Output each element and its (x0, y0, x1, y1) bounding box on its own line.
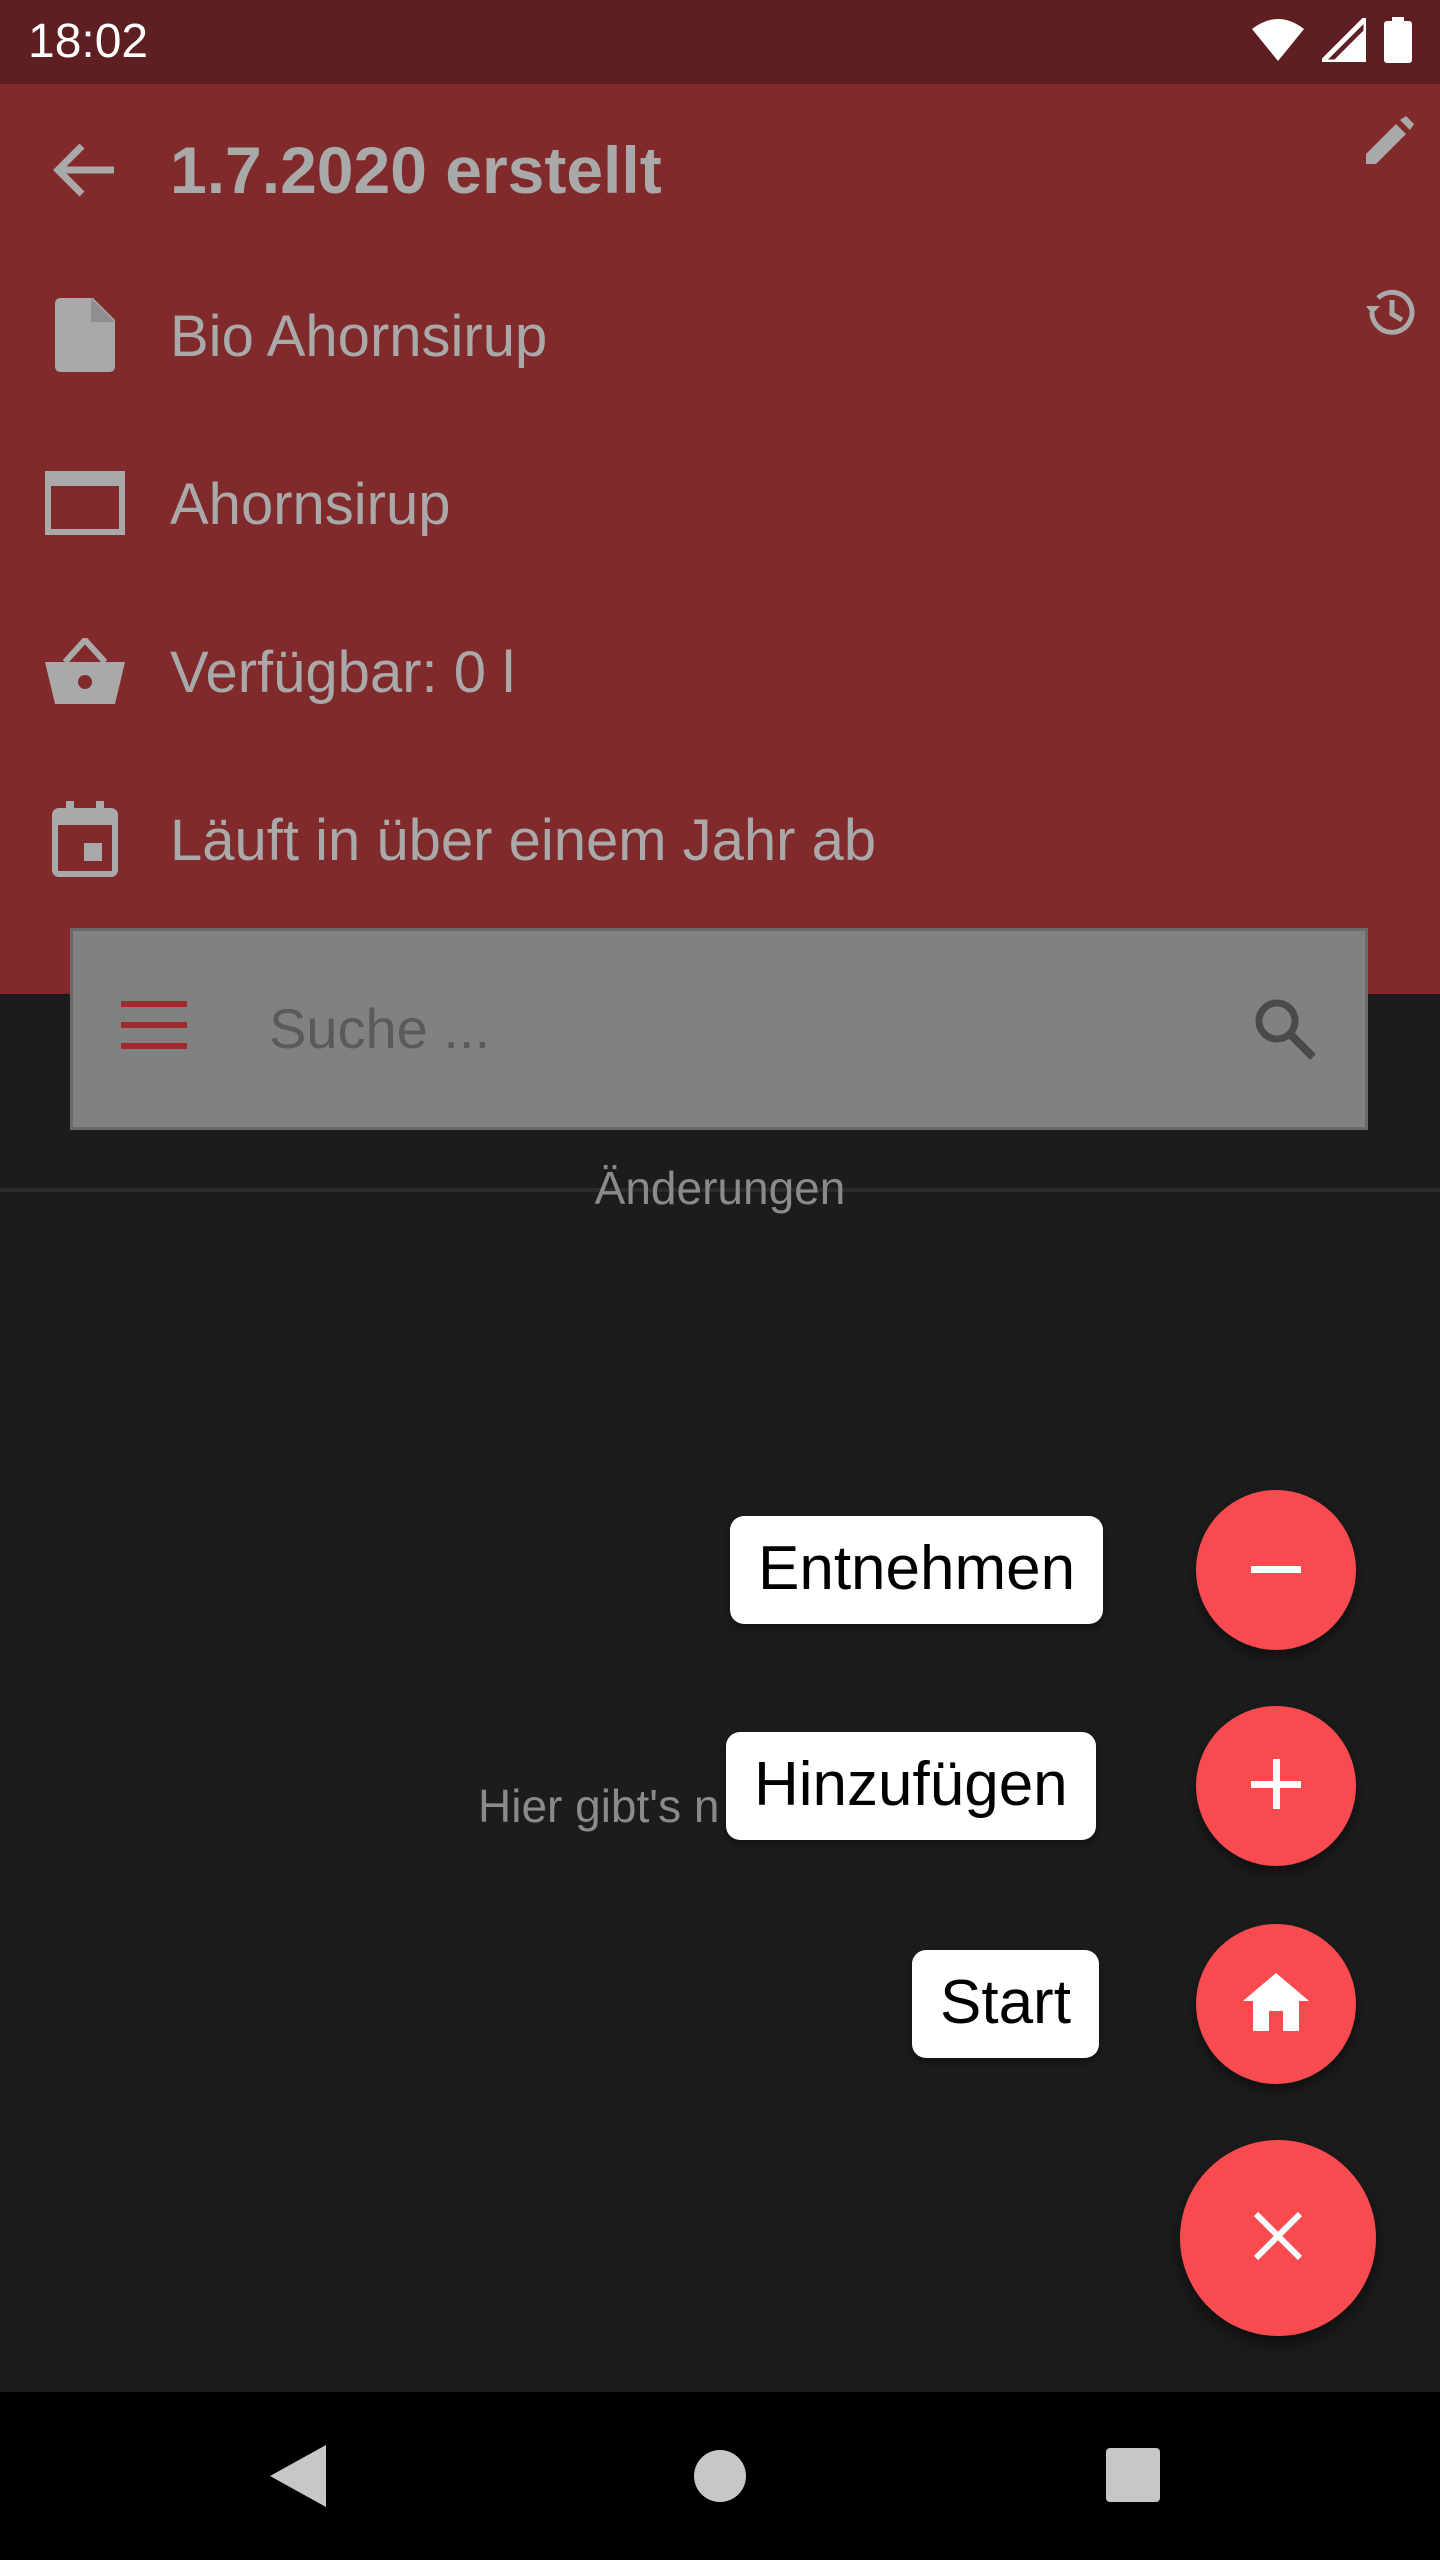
file-icon (40, 290, 130, 380)
add-stock-button[interactable] (1196, 1706, 1356, 1866)
tab-changes[interactable]: Änderungen (0, 1160, 1440, 1216)
status-icons (1252, 11, 1412, 68)
calendar-icon (40, 794, 130, 884)
nav-recents-icon[interactable] (1086, 2428, 1182, 2524)
empty-state-text: Hier gibt's n (478, 1780, 720, 1832)
system-nav-bar (0, 2392, 1440, 2560)
wifi-icon (1252, 18, 1304, 66)
fab-label-entnehmen[interactable]: Entnehmen (730, 1516, 1104, 1624)
close-icon (1252, 2210, 1304, 2267)
nav-home-icon[interactable] (672, 2428, 768, 2524)
category-name: Ahornsirup (170, 472, 451, 537)
available-quantity: Verfügbar: 0 l (170, 640, 515, 705)
search-icon[interactable] (1253, 997, 1323, 1067)
product-name: Bio Ahornsirup (170, 304, 548, 369)
battery-icon (1384, 16, 1412, 68)
minus-icon (1251, 1561, 1301, 1579)
search-input[interactable]: Suche ... (269, 993, 490, 1065)
pencil-icon[interactable] (1362, 116, 1422, 176)
arrow-back-icon[interactable] (44, 130, 124, 210)
menu-icon[interactable] (121, 1001, 191, 1057)
signal-icon (1315, 11, 1369, 67)
home-button[interactable] (1196, 1924, 1356, 2084)
plus-icon (1251, 1758, 1301, 1814)
remove-stock-button[interactable] (1196, 1490, 1356, 1650)
nav-back-icon[interactable] (250, 2428, 346, 2524)
home-icon (1243, 1972, 1309, 2036)
history-icon[interactable] (1362, 284, 1422, 344)
close-speed-dial-button[interactable] (1180, 2140, 1376, 2336)
basket-icon (40, 626, 130, 716)
fab-label-hinzufuegen[interactable]: Hinzufügen (726, 1732, 1096, 1840)
expiry-info: Läuft in über einem Jahr ab (170, 808, 877, 873)
page-title: 1.7.2020 erstellt (170, 133, 662, 207)
folder-icon (40, 458, 130, 548)
status-time: 18:02 (28, 15, 149, 68)
search-bar[interactable]: Suche ... (70, 928, 1368, 1130)
status-bar: 18:02 (0, 0, 1440, 84)
fab-label-start[interactable]: Start (912, 1950, 1099, 2058)
